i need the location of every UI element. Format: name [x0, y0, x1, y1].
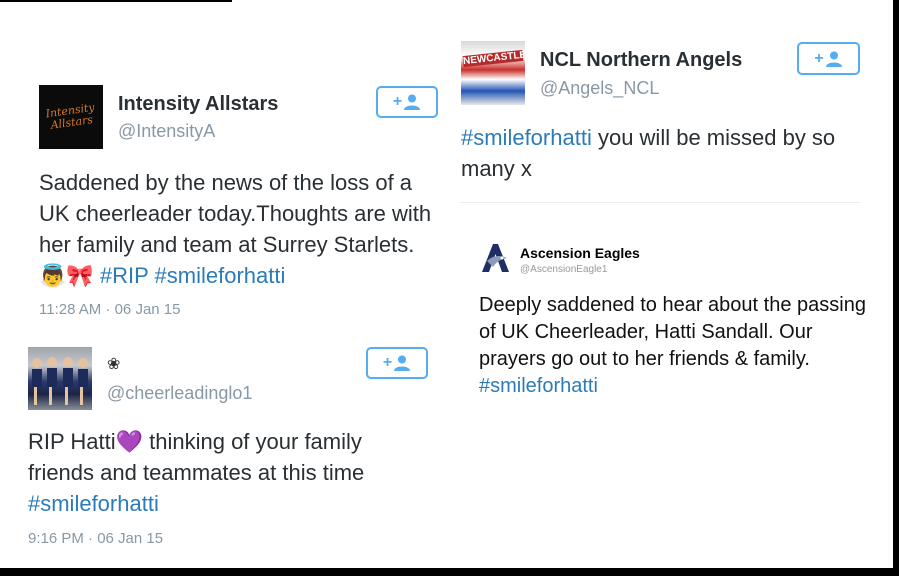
- add-user-icon: [404, 94, 421, 110]
- section-divider: [460, 202, 860, 203]
- display-name[interactable]: ❀: [107, 354, 120, 374]
- follow-button[interactable]: +: [366, 347, 428, 379]
- tweet-text-body: Deeply saddened to hear about the passin…: [479, 294, 866, 370]
- tweet-text: Saddened by the news of the loss of a UK…: [39, 167, 444, 291]
- plus-icon: +: [382, 354, 393, 371]
- tweet-text-body: RIP Hatti💜 thinking of your family frien…: [28, 429, 365, 485]
- username[interactable]: @IntensityA: [118, 121, 215, 142]
- avatar[interactable]: Intensity Allstars: [39, 85, 103, 149]
- timestamp[interactable]: 11:28 AM · 06 Jan 15: [39, 301, 180, 318]
- display-name[interactable]: Ascension Eagles: [520, 245, 640, 261]
- plus-icon: +: [814, 49, 824, 67]
- username[interactable]: @AscensionEagle1: [520, 264, 607, 275]
- display-name[interactable]: NCL Northern Angels: [540, 49, 742, 72]
- timestamp[interactable]: 9:16 PM · 06 Jan 15: [28, 530, 163, 547]
- team-photo-icon: [32, 357, 88, 405]
- add-user-icon: [825, 51, 842, 67]
- eagle-logo-icon: [482, 244, 509, 272]
- tweet-text: RIP Hatti💜 thinking of your family frien…: [28, 426, 428, 519]
- plus-icon: +: [392, 93, 403, 110]
- tweet-text: #smileforhatti you will be missed by so …: [461, 122, 861, 184]
- hashtag-smileforhatti[interactable]: #smileforhatti: [155, 263, 286, 288]
- follow-button[interactable]: +: [376, 86, 438, 118]
- avatar[interactable]: NEWCASTLE: [461, 41, 525, 105]
- hashtag-rip[interactable]: #RIP: [100, 263, 149, 288]
- display-name[interactable]: Intensity Allstars: [118, 93, 278, 116]
- avatar-logo-text: NEWCASTLE: [462, 49, 525, 68]
- username[interactable]: @cheerleadinglo1: [107, 383, 252, 404]
- username[interactable]: @Angels_NCL: [540, 78, 659, 99]
- add-user-icon: [394, 355, 411, 371]
- avatar[interactable]: [479, 241, 512, 274]
- avatar-logo-text: Intensity Allstars: [44, 100, 96, 132]
- hashtag-smileforhatti[interactable]: #smileforhatti: [461, 125, 592, 150]
- avatar[interactable]: [28, 347, 92, 410]
- hashtag-smileforhatti[interactable]: #smileforhatti: [28, 491, 159, 516]
- top-border: [0, 0, 232, 2]
- follow-button[interactable]: +: [797, 42, 860, 75]
- hashtag-smileforhatti[interactable]: #smileforhatti: [479, 375, 598, 397]
- tweet-text: Deeply saddened to hear about the passin…: [479, 292, 874, 400]
